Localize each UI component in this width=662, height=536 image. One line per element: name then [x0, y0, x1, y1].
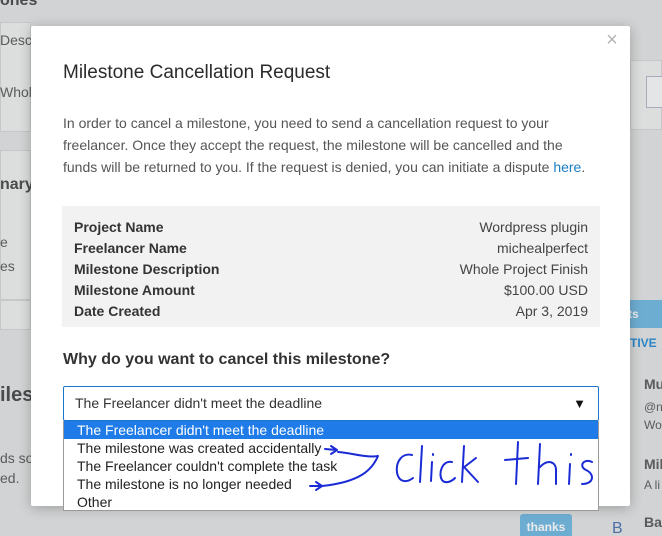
intro-end: .	[581, 159, 586, 175]
detail-row: Freelancer Name michealperfect	[74, 238, 588, 259]
bg-card-left-summary	[0, 150, 31, 300]
dispute-link[interactable]: here	[553, 159, 581, 175]
detail-value: Whole Project Finish	[459, 261, 588, 277]
detail-value: Apr 3, 2019	[515, 303, 588, 319]
modal-title: Milestone Cancellation Request	[63, 62, 331, 83]
detail-row: Milestone Description Whole Project Fini…	[74, 259, 588, 280]
bg-ed: ed.	[0, 470, 20, 486]
bg-ds: ds so	[0, 450, 34, 466]
bg-heading: ones	[0, 0, 38, 9]
detail-label: Milestone Description	[74, 261, 220, 277]
detail-row: Project Name Wordpress plugin	[74, 217, 588, 238]
select-value: The Freelancer didn't meet the deadline	[75, 395, 323, 411]
detail-label: Project Name	[74, 219, 164, 235]
detail-row: Milestone Amount $100.00 USD	[74, 280, 588, 301]
bg-mi: Mil	[644, 456, 662, 472]
cancellation-modal: × Milestone Cancellation Request In orde…	[31, 26, 630, 511]
bg-avatar-b: B	[612, 520, 623, 536]
option-item[interactable]: The milestone was created accidentally	[64, 439, 598, 457]
bg-button-right	[646, 76, 662, 108]
bg-es: es	[0, 258, 15, 274]
bg-miles: iles	[0, 384, 34, 406]
detail-value: $100.00 USD	[503, 282, 588, 298]
option-item[interactable]: Other	[64, 493, 598, 511]
option-item[interactable]: The Freelancer couldn't complete the tas…	[64, 457, 598, 475]
bg-card-left-strip	[0, 300, 31, 330]
detail-label: Date Created	[74, 303, 161, 319]
detail-value: Wordpress plugin	[479, 219, 588, 235]
bg-at: @n	[644, 400, 662, 414]
intro-body: In order to cancel a milestone, you need…	[63, 115, 563, 175]
intro-text: In order to cancel a milestone, you need…	[63, 112, 593, 178]
option-item[interactable]: The milestone is no longer needed	[64, 475, 598, 493]
bg-thanks-button: thanks	[520, 514, 572, 536]
option-item[interactable]: The Freelancer didn't meet the deadline	[64, 421, 598, 439]
bg-summary: nary	[0, 176, 34, 193]
detail-label: Milestone Amount	[74, 282, 195, 298]
cancel-reason-select[interactable]: The Freelancer didn't meet the deadline …	[63, 386, 599, 421]
detail-label: Freelancer Name	[74, 240, 187, 256]
detail-value: michealperfect	[496, 240, 588, 256]
cancel-reason-question: Why do you want to cancel this milestone…	[63, 351, 391, 368]
close-icon[interactable]: ×	[604, 30, 620, 50]
bg-mu: Mu	[644, 376, 662, 392]
detail-row: Date Created Apr 3, 2019	[74, 301, 588, 322]
bg-ba: Bai	[644, 514, 662, 530]
bg-desc: Desc	[0, 32, 32, 48]
dropdown-arrow-icon: ▼	[573, 396, 586, 411]
bg-wo: Wo	[644, 418, 662, 432]
milestone-details: Project Name Wordpress plugin Freelancer…	[62, 206, 600, 327]
bg-e: e	[0, 234, 8, 250]
bg-tab-tive: TIVE	[630, 336, 657, 350]
cancel-reason-options: The Freelancer didn't meet the deadline …	[63, 421, 599, 511]
bg-al: A li	[644, 478, 661, 492]
